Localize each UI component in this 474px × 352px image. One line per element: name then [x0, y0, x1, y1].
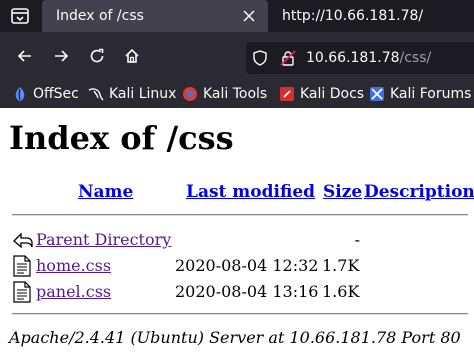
bookmark-kali-forums[interactable]: Kali Forums [369, 85, 471, 103]
table-row-parent: Parent Directory - [0, 228, 474, 252]
bookmark-label: Kali Forums [390, 86, 472, 102]
tab-inactive[interactable]: http://10.66.181.78/ [270, 0, 474, 32]
size-cell: - [354, 230, 360, 249]
kali-dragon-icon [88, 88, 104, 101]
table-row: home.css 2020-08-04 12:32 1.7K [0, 254, 474, 278]
back-button[interactable] [13, 44, 37, 68]
bookmarks-toolbar: OffSec Kali Linux Kali Tools Kali Docs K… [0, 80, 474, 108]
bookmark-offsec[interactable]: OffSec [12, 85, 79, 103]
bookmark-label: Kali Linux [109, 86, 177, 102]
last-modified-cell: 2020-08-04 12:32 [175, 256, 319, 275]
tab-list-icon [11, 8, 29, 24]
insecure-lock-icon[interactable] [280, 50, 296, 66]
text-file-icon [13, 255, 31, 277]
table-row: panel.css 2020-08-04 13:16 1.6K [0, 280, 474, 304]
bookmark-label: Kali Docs [300, 86, 365, 102]
url-path: /css/ [399, 50, 432, 66]
tab-title: http://10.66.181.78/ [282, 8, 424, 24]
home-icon [125, 48, 139, 63]
forward-arrow-icon [55, 50, 69, 62]
url-text: 10.66.181.78/css/ [306, 50, 431, 66]
forward-button[interactable] [49, 44, 73, 68]
address-bar[interactable]: 10.66.181.78/css/ [246, 42, 474, 74]
size-cell: 1.6K [322, 282, 360, 301]
shield-icon[interactable] [252, 50, 268, 66]
tab-list-button[interactable] [8, 6, 32, 26]
column-header-last-modified[interactable]: Last modified [186, 182, 315, 202]
column-header-size[interactable]: Size [323, 182, 362, 202]
tab-active[interactable]: Index of /css [42, 0, 268, 32]
kali-tools-icon [183, 87, 197, 101]
bookmark-kali-tools[interactable]: Kali Tools [182, 85, 267, 103]
column-header-name[interactable]: Name [78, 182, 133, 202]
page-title: Index of /css [9, 119, 234, 157]
offsec-icon [15, 87, 25, 101]
server-signature: Apache/2.4.41 (Ubuntu) Server at 10.66.1… [9, 328, 461, 347]
bookmark-label: Kali Tools [203, 86, 268, 102]
reload-icon [90, 48, 104, 63]
navigation-toolbar: 10.66.181.78/css/ [0, 32, 474, 80]
back-arrow-icon [17, 50, 31, 62]
page-content: Index of /css Name Last modified Size De… [0, 108, 474, 352]
close-icon [243, 10, 255, 22]
last-modified-cell: 2020-08-04 13:16 [175, 282, 319, 301]
parent-directory-link[interactable]: Parent Directory [36, 230, 171, 249]
divider [12, 313, 468, 315]
url-host: 10.66.181.78 [306, 50, 400, 66]
file-link[interactable]: panel.css [36, 282, 111, 301]
tab-title: Index of /css [56, 8, 144, 24]
bookmark-kali-linux[interactable]: Kali Linux [88, 85, 176, 103]
tab-close-button[interactable] [240, 7, 258, 25]
bookmark-kali-docs[interactable]: Kali Docs [279, 85, 364, 103]
size-cell: 1.7K [322, 256, 360, 275]
divider [12, 214, 468, 216]
tab-bar: Index of /css http://10.66.181.78/ [0, 0, 474, 32]
bookmark-label: OffSec [33, 86, 79, 102]
home-button[interactable] [120, 44, 144, 68]
back-arrow-icon [13, 232, 33, 249]
kali-docs-icon [280, 87, 294, 101]
kali-forums-icon [370, 87, 384, 101]
reload-button[interactable] [85, 44, 109, 68]
column-header-description[interactable]: Description [364, 182, 474, 202]
text-file-icon [13, 281, 31, 303]
file-link[interactable]: home.css [36, 256, 111, 275]
